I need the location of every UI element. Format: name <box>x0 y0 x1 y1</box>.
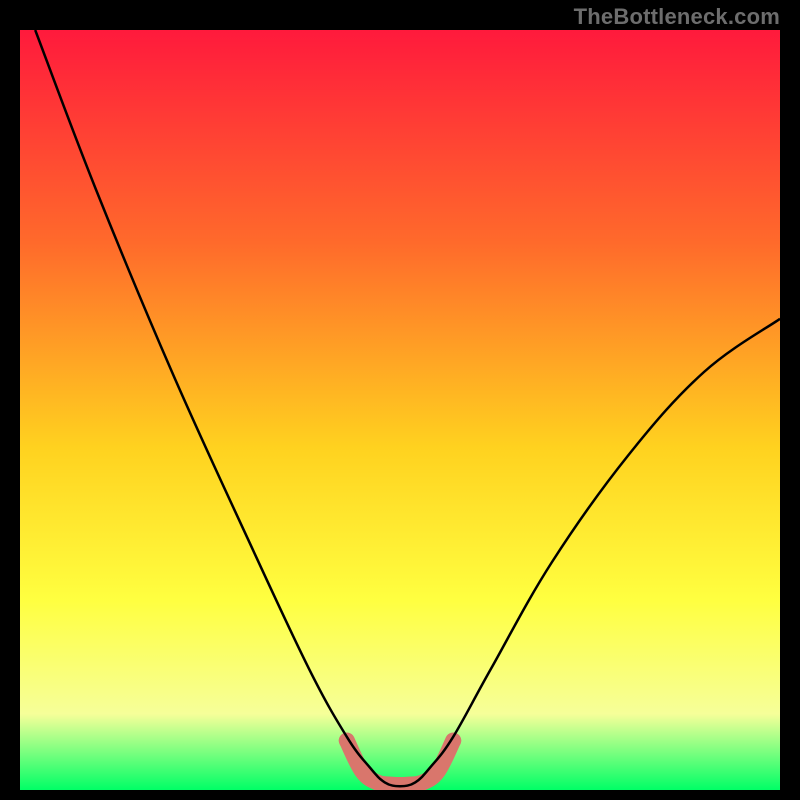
plot-area <box>20 30 780 790</box>
watermark-text: TheBottleneck.com <box>574 4 780 30</box>
chart-svg <box>20 30 780 790</box>
chart-frame: TheBottleneck.com <box>0 0 800 800</box>
